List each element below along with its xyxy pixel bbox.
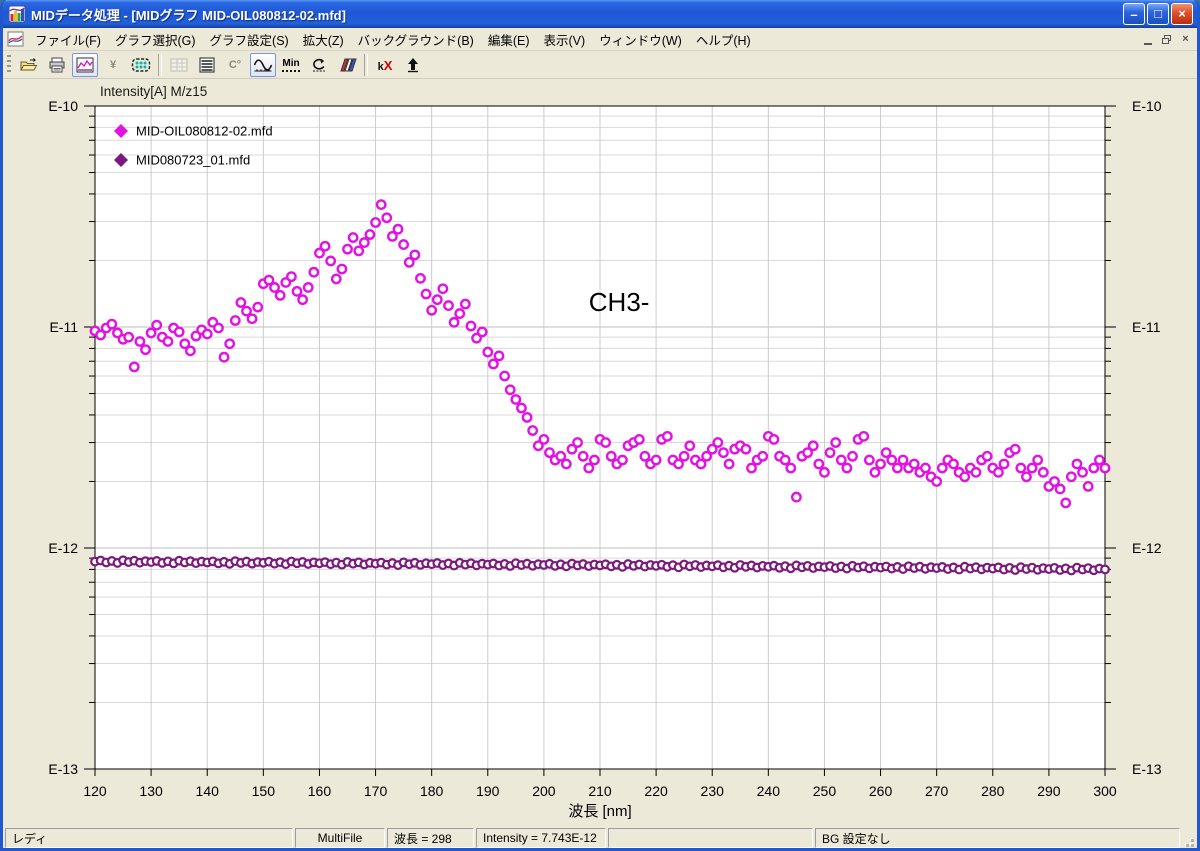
menu-view[interactable]: 表示(V) <box>537 28 593 51</box>
menu-help[interactable]: ヘルプ(H) <box>689 28 758 51</box>
menu-zoom[interactable]: 拡大(Z) <box>296 28 351 51</box>
x-axis-title: 波長 [nm] <box>568 803 631 820</box>
svg-text:230: 230 <box>701 783 725 799</box>
svg-text:250: 250 <box>813 783 837 799</box>
min-scale-button[interactable]: Min <box>278 53 304 77</box>
menu-graph-select[interactable]: グラフ選択(G) <box>108 28 203 51</box>
app-window: MIDデータ処理 - [MIDグラフ MID-OIL080812-02.mfd]… <box>0 0 1200 851</box>
mdi-minimize-button[interactable] <box>1138 32 1157 47</box>
wave-icon <box>253 57 273 73</box>
clear-marker-icon: kX <box>378 58 393 73</box>
svg-text:280: 280 <box>981 783 1005 799</box>
svg-text:180: 180 <box>420 783 444 799</box>
svg-text:E-12: E-12 <box>48 540 78 556</box>
background-layers-icon <box>337 57 357 73</box>
open-folder-icon <box>20 57 38 73</box>
svg-text:270: 270 <box>925 783 949 799</box>
fit-display-button[interactable] <box>128 53 154 77</box>
close-button[interactable]: × <box>1171 3 1193 25</box>
svg-text:300: 300 <box>1093 783 1117 799</box>
rotate-arrow-icon <box>310 57 328 73</box>
status-bg-setting: BG 設定なし <box>815 828 1180 848</box>
menu-background[interactable]: バックグラウンド(B) <box>351 28 481 51</box>
chart-area: E-10 E-10 E-11 E-11 E-12 E-12 E-13 E-13 120 130 14… <box>3 79 1197 827</box>
table-grid-icon <box>170 57 188 73</box>
maximize-button[interactable]: □ <box>1147 3 1169 25</box>
window-title: MIDデータ処理 - [MIDグラフ MID-OIL080812-02.mfd] <box>31 5 1121 24</box>
toolbar-separator <box>364 54 368 76</box>
redraw-button[interactable] <box>306 53 332 77</box>
celsius-icon: C° <box>229 60 241 71</box>
minimize-button[interactable]: – <box>1123 3 1145 25</box>
resize-grip[interactable] <box>1182 828 1195 848</box>
document-icon[interactable] <box>7 31 24 47</box>
menu-edit[interactable]: 編集(E) <box>481 28 537 51</box>
up-arrow-icon <box>405 57 421 73</box>
svg-text:220: 220 <box>644 783 668 799</box>
svg-text:E-11: E-11 <box>49 319 78 335</box>
mid-graph[interactable]: E-10 E-10 E-11 E-11 E-12 E-12 E-13 E-13 120 130 14… <box>3 79 1197 827</box>
temperature-button: C° <box>222 53 248 77</box>
legend-label-0: MID-OIL080812-02.mfd <box>136 124 273 139</box>
svg-text:160: 160 <box>308 783 332 799</box>
svg-text:E-11: E-11 <box>1132 319 1161 335</box>
status-empty <box>608 828 813 848</box>
svg-text:E-12: E-12 <box>1132 540 1162 556</box>
mdi-window-controls: × <box>1138 32 1195 47</box>
restore-icon <box>1162 35 1171 44</box>
marker-pin-button: ¥ <box>100 53 126 77</box>
mdi-restore-button[interactable] <box>1157 32 1176 47</box>
svg-text:190: 190 <box>476 783 500 799</box>
graph-view-button[interactable] <box>72 53 98 77</box>
svg-text:210: 210 <box>588 783 612 799</box>
status-intensity: Intensity = 7.743E-12 <box>476 828 606 848</box>
app-icon <box>8 5 26 23</box>
printer-icon <box>48 57 66 73</box>
menu-file[interactable]: ファイル(F) <box>28 28 108 51</box>
open-file-button[interactable] <box>16 53 42 77</box>
data-list-icon <box>198 57 216 73</box>
svg-text:290: 290 <box>1037 783 1061 799</box>
svg-text:150: 150 <box>252 783 276 799</box>
status-bar: レディ MultiFile 波長 = 298 Intensity = 7.743… <box>3 827 1197 849</box>
print-button[interactable] <box>44 53 70 77</box>
svg-text:140: 140 <box>196 783 220 799</box>
data-list-button[interactable] <box>194 53 220 77</box>
toolbar-grip[interactable] <box>7 55 11 75</box>
chart-title: Intensity[A] M/z15 <box>100 84 207 99</box>
svg-text:E-10: E-10 <box>1132 98 1162 114</box>
svg-text:260: 260 <box>869 783 893 799</box>
annotation-ch3: CH3- <box>589 287 650 317</box>
background-button[interactable] <box>334 53 360 77</box>
clear-marker-button[interactable]: kX <box>372 53 398 77</box>
title-bar[interactable]: MIDデータ処理 - [MIDグラフ MID-OIL080812-02.mfd]… <box>3 0 1197 28</box>
svg-text:120: 120 <box>83 783 107 799</box>
menu-graph-settings[interactable]: グラフ設定(S) <box>203 28 296 51</box>
status-ready: レディ <box>5 828 293 848</box>
status-mode: MultiFile <box>295 828 385 848</box>
export-button[interactable] <box>400 53 426 77</box>
x-axis-labels: 120 130 140 150 160 170 180 190 200 210 220 230 240 2… <box>83 783 1117 799</box>
svg-text:E-10: E-10 <box>48 98 78 114</box>
svg-text:170: 170 <box>364 783 388 799</box>
menu-window[interactable]: ウィンドウ(W) <box>592 28 689 51</box>
graph-icon <box>76 57 94 73</box>
mdi-close-button[interactable]: × <box>1176 32 1195 47</box>
menu-bar: ファイル(F) グラフ選択(G) グラフ設定(S) 拡大(Z) バックグラウンド… <box>3 28 1197 51</box>
yen-icon: ¥ <box>110 60 116 71</box>
svg-text:E-13: E-13 <box>48 761 78 777</box>
svg-text:200: 200 <box>532 783 556 799</box>
legend-label-1: MID080723_01.mfd <box>136 153 250 168</box>
fit-view-icon <box>131 57 151 73</box>
svg-text:E-13: E-13 <box>1132 761 1162 777</box>
smoothing-button[interactable] <box>250 53 276 77</box>
min-icon: Min <box>282 58 299 72</box>
status-wavelength: 波長 = 298 <box>387 828 474 848</box>
toolbar-separator <box>158 54 162 76</box>
toolbar: ¥ C <box>3 51 1197 79</box>
svg-text:240: 240 <box>757 783 781 799</box>
svg-text:130: 130 <box>139 783 163 799</box>
minimize-icon <box>1144 34 1152 45</box>
table-grid-button <box>166 53 192 77</box>
